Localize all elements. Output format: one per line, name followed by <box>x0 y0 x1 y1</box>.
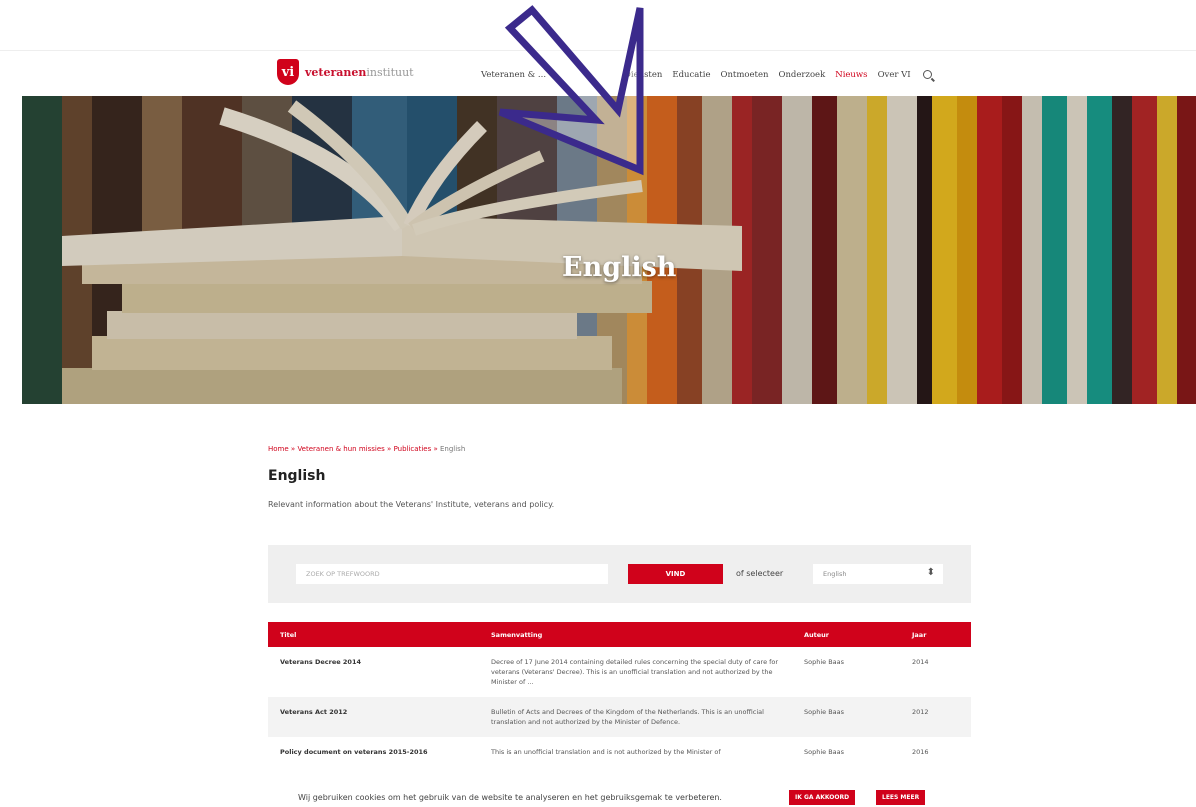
dropdown-caret-icon: ⬍ <box>926 567 935 578</box>
breadcrumb-separator: » <box>290 445 296 453</box>
logo-text-secondary: instituut <box>366 65 414 79</box>
cookie-accept-button[interactable]: IK GA AKKOORD <box>789 790 856 805</box>
select-value: English <box>823 570 847 578</box>
row-title[interactable]: Veterans Decree 2014 <box>268 647 479 697</box>
logo-text: veteraneninstituut <box>305 66 414 79</box>
publications-table: Titel Samenvatting Auteur Jaar Veterans … <box>268 622 971 767</box>
breadcrumb-publicaties[interactable]: Publicaties <box>394 445 432 453</box>
search-input[interactable] <box>296 564 608 584</box>
arrow-annotation-icon <box>498 5 644 176</box>
column-header-samenvatting[interactable]: Samenvatting <box>479 622 792 647</box>
breadcrumb-veteranen[interactable]: Veteranen & hun missies <box>297 445 384 453</box>
category-select[interactable]: English ⬍ <box>813 564 943 584</box>
nav-item-nieuws[interactable]: Nieuws <box>835 70 867 80</box>
row-author: Sophie Baas <box>792 697 900 738</box>
column-header-titel[interactable]: Titel <box>268 622 479 647</box>
breadcrumb-current: English <box>439 445 466 453</box>
page: vi veteraneninstituut Veteranen & ... Di… <box>0 0 1196 807</box>
page-title: English <box>268 468 326 484</box>
row-title[interactable]: Policy document on veterans 2015-2016 <box>268 737 479 767</box>
row-summary: Decree of 17 June 2014 containing detail… <box>491 658 779 687</box>
nav-item-ontmoeten[interactable]: Ontmoeten <box>720 70 768 80</box>
row-summary: Bulletin of Acts and Decrees of the King… <box>479 697 792 738</box>
column-header-jaar[interactable]: Jaar <box>900 622 971 647</box>
row-title[interactable]: Veterans Act 2012 <box>268 697 479 738</box>
nav-item-educatie[interactable]: Educatie <box>672 70 710 80</box>
intro-text: Relevant information about the Veterans'… <box>268 500 555 509</box>
hero-title: English <box>562 252 677 283</box>
breadcrumb: Home » Veteranen & hun missies » Publica… <box>268 445 465 453</box>
or-select-label: of selecteer <box>736 569 784 578</box>
table-row[interactable]: Veterans Act 2012 Bulletin of Acts and D… <box>268 697 971 738</box>
cookie-more-button[interactable]: LEES MEER <box>876 790 926 805</box>
row-summary: This is an unofficial translation and is… <box>491 748 721 757</box>
nav-item-onderzoek[interactable]: Onderzoek <box>778 70 825 80</box>
filter-bar: VIND of selecteer English ⬍ <box>268 545 971 603</box>
cookie-bar: Wij gebruiken cookies om het gebruik van… <box>0 789 1196 807</box>
row-year: 2012 <box>900 697 971 738</box>
search-button[interactable]: VIND <box>628 564 723 584</box>
table-row[interactable]: Policy document on veterans 2015-2016 Th… <box>268 737 971 767</box>
logo-text-primary: veteranen <box>305 65 367 79</box>
row-year: 2016 <box>912 748 929 757</box>
row-year: 2014 <box>912 658 929 666</box>
column-header-auteur[interactable]: Auteur <box>792 622 900 647</box>
site-logo[interactable]: vi veteraneninstituut <box>277 59 414 85</box>
search-icon[interactable] <box>922 70 932 79</box>
breadcrumb-separator: » <box>387 445 392 453</box>
cookie-text: Wij gebruiken cookies om het gebruik van… <box>298 793 722 802</box>
table-header-row: Titel Samenvatting Auteur Jaar <box>268 622 971 647</box>
row-author: Sophie Baas <box>804 658 845 666</box>
logo-mark: vi <box>277 59 299 85</box>
breadcrumb-separator: » <box>433 445 438 453</box>
nav-item-over-vi[interactable]: Over VI <box>878 70 911 80</box>
breadcrumb-home[interactable]: Home <box>268 445 289 453</box>
row-author: Sophie Baas <box>804 748 845 757</box>
table-row[interactable]: Veterans Decree 2014 Decree of 17 June 2… <box>268 647 971 697</box>
